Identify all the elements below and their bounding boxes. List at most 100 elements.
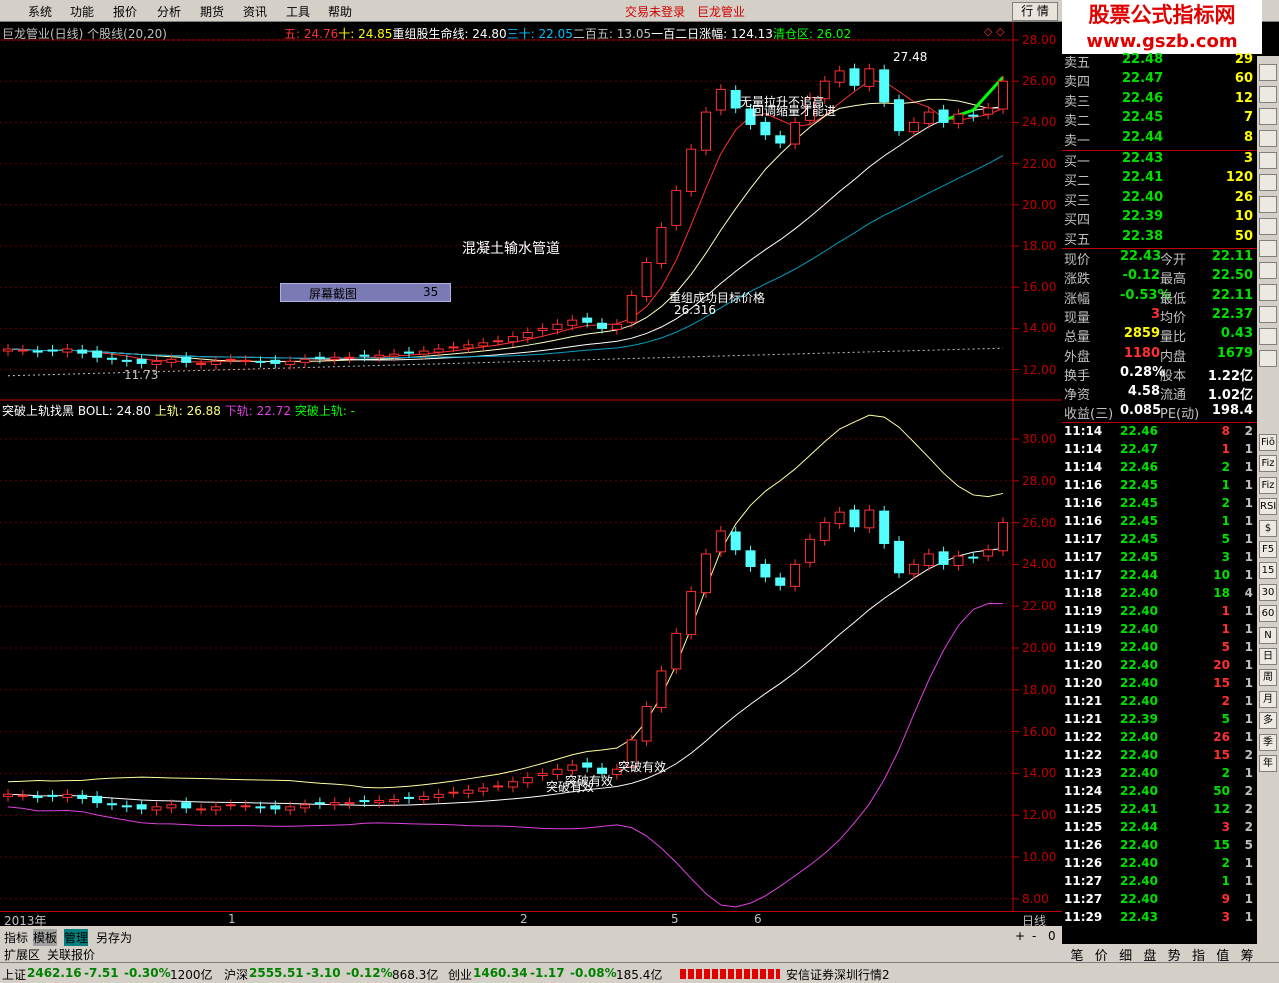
candle-lower [225, 804, 236, 807]
ask-row[interactable]: 卖一 22.44 8 [1062, 130, 1257, 149]
trade-price: 22.45 [1120, 478, 1158, 492]
boll-upper: 上轨: 26.88 [154, 404, 221, 418]
candle-upper [552, 323, 563, 330]
candle-lower [151, 806, 162, 811]
stat-label: 内盘 [1160, 349, 1187, 365]
toolbar-icon-30[interactable]: 30 [1259, 583, 1277, 601]
candle-lower [552, 768, 563, 775]
ask-row[interactable]: 卖五 22.48 29 [1062, 52, 1257, 71]
tab-template[interactable]: 模板 [33, 929, 58, 946]
toolbar-tool-icon[interactable] [1259, 306, 1277, 323]
trade-time: 11:23 [1064, 766, 1103, 780]
toolbar-icon-F5[interactable]: F5 [1259, 541, 1277, 558]
candle-upper [923, 111, 934, 124]
toolbar-tool-icon[interactable] [1259, 284, 1277, 301]
menu-quote[interactable]: 报价 [113, 3, 137, 20]
quote-button[interactable]: 行 情 [1012, 2, 1058, 21]
kline-chart[interactable] [0, 22, 1062, 926]
toolbar-icon-60[interactable]: 60 [1259, 605, 1277, 623]
toolbar-icon-Fiō[interactable]: Fiō [1259, 434, 1277, 451]
toolbar-tool-icon[interactable] [1259, 218, 1277, 235]
menu-tools[interactable]: 工具 [286, 3, 310, 20]
trade-time: 11:16 [1064, 478, 1103, 492]
trade-count: 1 [1244, 460, 1253, 474]
stat-row: 现量 3 均价 22.37 [1062, 307, 1257, 326]
trade-price: 22.40 [1120, 856, 1158, 870]
toolbar-icon-Fiz[interactable]: Fiz [1259, 476, 1277, 494]
index-amount: 1200亿 [170, 968, 213, 982]
trade-price: 22.40 [1120, 730, 1158, 744]
toolbar-tool-icon[interactable] [1259, 86, 1277, 103]
candle-upper [730, 89, 741, 109]
candle-lower [433, 793, 444, 798]
menu-news[interactable]: 资讯 [243, 3, 267, 20]
bid-row[interactable]: 买五 22.38 50 [1062, 229, 1257, 248]
trade-time: 11:20 [1064, 676, 1103, 690]
login-status[interactable]: 交易未登录 [625, 3, 685, 20]
toolbar-icon-季[interactable]: 季 [1259, 733, 1277, 751]
ask-price: 22.47 [1122, 71, 1164, 87]
candle-lower [121, 805, 132, 808]
watermark-url: www.gszb.com [1062, 30, 1262, 54]
bid-row[interactable]: 买四 22.39 10 [1062, 209, 1257, 228]
toolbar-icon-$[interactable]: $ [1259, 519, 1277, 537]
candle-upper [255, 360, 266, 363]
toolbar-tool-icon[interactable] [1259, 130, 1277, 147]
zoom-out-button[interactable]: - [1032, 929, 1036, 943]
toolbar-tool-icon[interactable] [1259, 262, 1277, 279]
menu-system[interactable]: 系统 [28, 3, 52, 20]
tab-indicator[interactable]: 指标 [4, 929, 28, 946]
stat-label: 今开 [1160, 253, 1187, 268]
bid-row[interactable]: 买一 22.43 3 [1062, 151, 1257, 170]
bid-row[interactable]: 买三 22.40 26 [1062, 190, 1257, 209]
toolbar-icon-15[interactable]: 15 [1259, 562, 1277, 580]
toolbar-tool-icon[interactable] [1259, 108, 1277, 125]
toolbar-icon-RSI[interactable]: RSI [1259, 498, 1277, 516]
toolbar-icon-日[interactable]: 日 [1259, 648, 1277, 665]
toolbar-tool-icon[interactable] [1259, 350, 1277, 367]
toolbar-tool-icon[interactable] [1259, 152, 1277, 169]
bid-row[interactable]: 买二 22.41 120 [1062, 170, 1257, 189]
screenshot-box[interactable]: 屏幕截图 35 [280, 283, 451, 302]
toolbar-icon-Fiz[interactable]: Fiz [1259, 455, 1277, 473]
candle-lower [864, 509, 875, 529]
quote-panel: 卖五 22.48 29 卖四 22.47 60 卖三 22.46 12 卖二 22.45 7 卖一 22.… [1062, 52, 1257, 926]
menu-help[interactable]: 帮助 [328, 3, 352, 20]
bid-volume: 10 [1234, 209, 1253, 225]
tab-manage[interactable]: 管理 [64, 929, 89, 946]
toolbar-tool-icon[interactable] [1259, 64, 1277, 81]
candle-upper [285, 360, 296, 365]
index-name: 沪深 [224, 968, 249, 982]
trade-volume: 1 [1221, 604, 1230, 618]
toolbar-icon-周[interactable]: 周 [1259, 669, 1277, 687]
candle-lower [106, 803, 117, 806]
tab-save-as[interactable]: 另存为 [96, 929, 132, 946]
tab-related[interactable]: 关联报价 [47, 946, 95, 963]
toolbar-tool-icon[interactable] [1259, 240, 1277, 257]
ask-row[interactable]: 卖二 22.45 7 [1062, 110, 1257, 129]
annotation-concrete: 混凝土输水管道 [462, 241, 560, 257]
toolbar-tool-icon[interactable] [1259, 196, 1277, 213]
stat-label: 收益(三) [1064, 407, 1114, 423]
toolbar-icon-月[interactable]: 月 [1259, 690, 1277, 708]
toolbar-tool-icon[interactable] [1259, 174, 1277, 191]
zoom-in-button[interactable]: + [1015, 929, 1025, 943]
ma10-line [7, 98, 1004, 363]
candle-lower [686, 591, 697, 635]
toolbar-icon-年[interactable]: 年 [1259, 755, 1277, 772]
trade-count: 1 [1244, 532, 1253, 546]
toolbar-icon-N[interactable]: N [1259, 626, 1277, 644]
menu-function[interactable]: 功能 [70, 3, 94, 20]
stock-name-link[interactable]: 巨龙管业 [697, 3, 745, 20]
menu-analysis[interactable]: 分析 [157, 3, 181, 20]
zoom-reset-button[interactable]: 0 [1048, 929, 1056, 943]
tab-extend[interactable]: 扩展区 [4, 946, 40, 963]
toolbar-tool-icon[interactable] [1259, 328, 1277, 345]
toolbar-icon-多[interactable]: 多 [1259, 712, 1277, 730]
ask-row[interactable]: 卖三 22.46 12 [1062, 91, 1257, 110]
stat-value: 198.4 [1211, 403, 1253, 419]
stat-value: -0.53% [1120, 287, 1171, 303]
menu-futures[interactable]: 期货 [200, 3, 224, 20]
ask-row[interactable]: 卖四 22.47 60 [1062, 71, 1257, 90]
index-name: 上证 [2, 968, 27, 982]
